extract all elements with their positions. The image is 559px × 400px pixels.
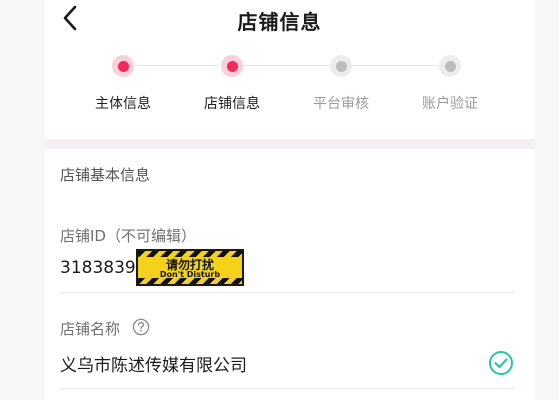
step-indicator bbox=[330, 55, 352, 77]
step-platform-review: 平台审核 bbox=[286, 55, 396, 113]
page-title: 店铺信息 bbox=[237, 10, 322, 34]
field-underline bbox=[60, 388, 515, 389]
store-id-value: 3183839 bbox=[60, 258, 136, 278]
step-subject-info: 主体信息 bbox=[68, 55, 178, 113]
section-divider bbox=[45, 139, 535, 149]
sticker-subtitle: Don't Disturb bbox=[159, 270, 221, 279]
progress-steps: 主体信息 店铺信息 平台审核 账户验证 bbox=[45, 55, 535, 125]
step-label: 账户验证 bbox=[422, 96, 478, 112]
do-not-disturb-sticker: 请勿打扰 Don't Disturb bbox=[136, 249, 244, 286]
check-circle-icon bbox=[488, 350, 514, 376]
question-circle-icon[interactable] bbox=[132, 318, 150, 336]
step-label: 平台审核 bbox=[313, 96, 369, 112]
store-name-label: 店铺名称 bbox=[60, 320, 121, 338]
store-id-label: 店铺ID（不可编辑） bbox=[60, 227, 196, 245]
step-label: 主体信息 bbox=[95, 96, 151, 112]
step-account-verify: 账户验证 bbox=[395, 55, 505, 113]
store-name-value: 义乌市陈述传媒有限公司 bbox=[60, 356, 247, 376]
step-indicator bbox=[221, 55, 243, 77]
step-indicator bbox=[439, 55, 461, 77]
step-store-info: 店铺信息 bbox=[177, 55, 287, 113]
step-indicator bbox=[112, 55, 134, 77]
step-label: 店铺信息 bbox=[204, 96, 260, 112]
top-bar: 店铺信息 bbox=[0, 0, 559, 40]
field-underline bbox=[60, 292, 515, 293]
section-title: 店铺基本信息 bbox=[60, 166, 151, 184]
